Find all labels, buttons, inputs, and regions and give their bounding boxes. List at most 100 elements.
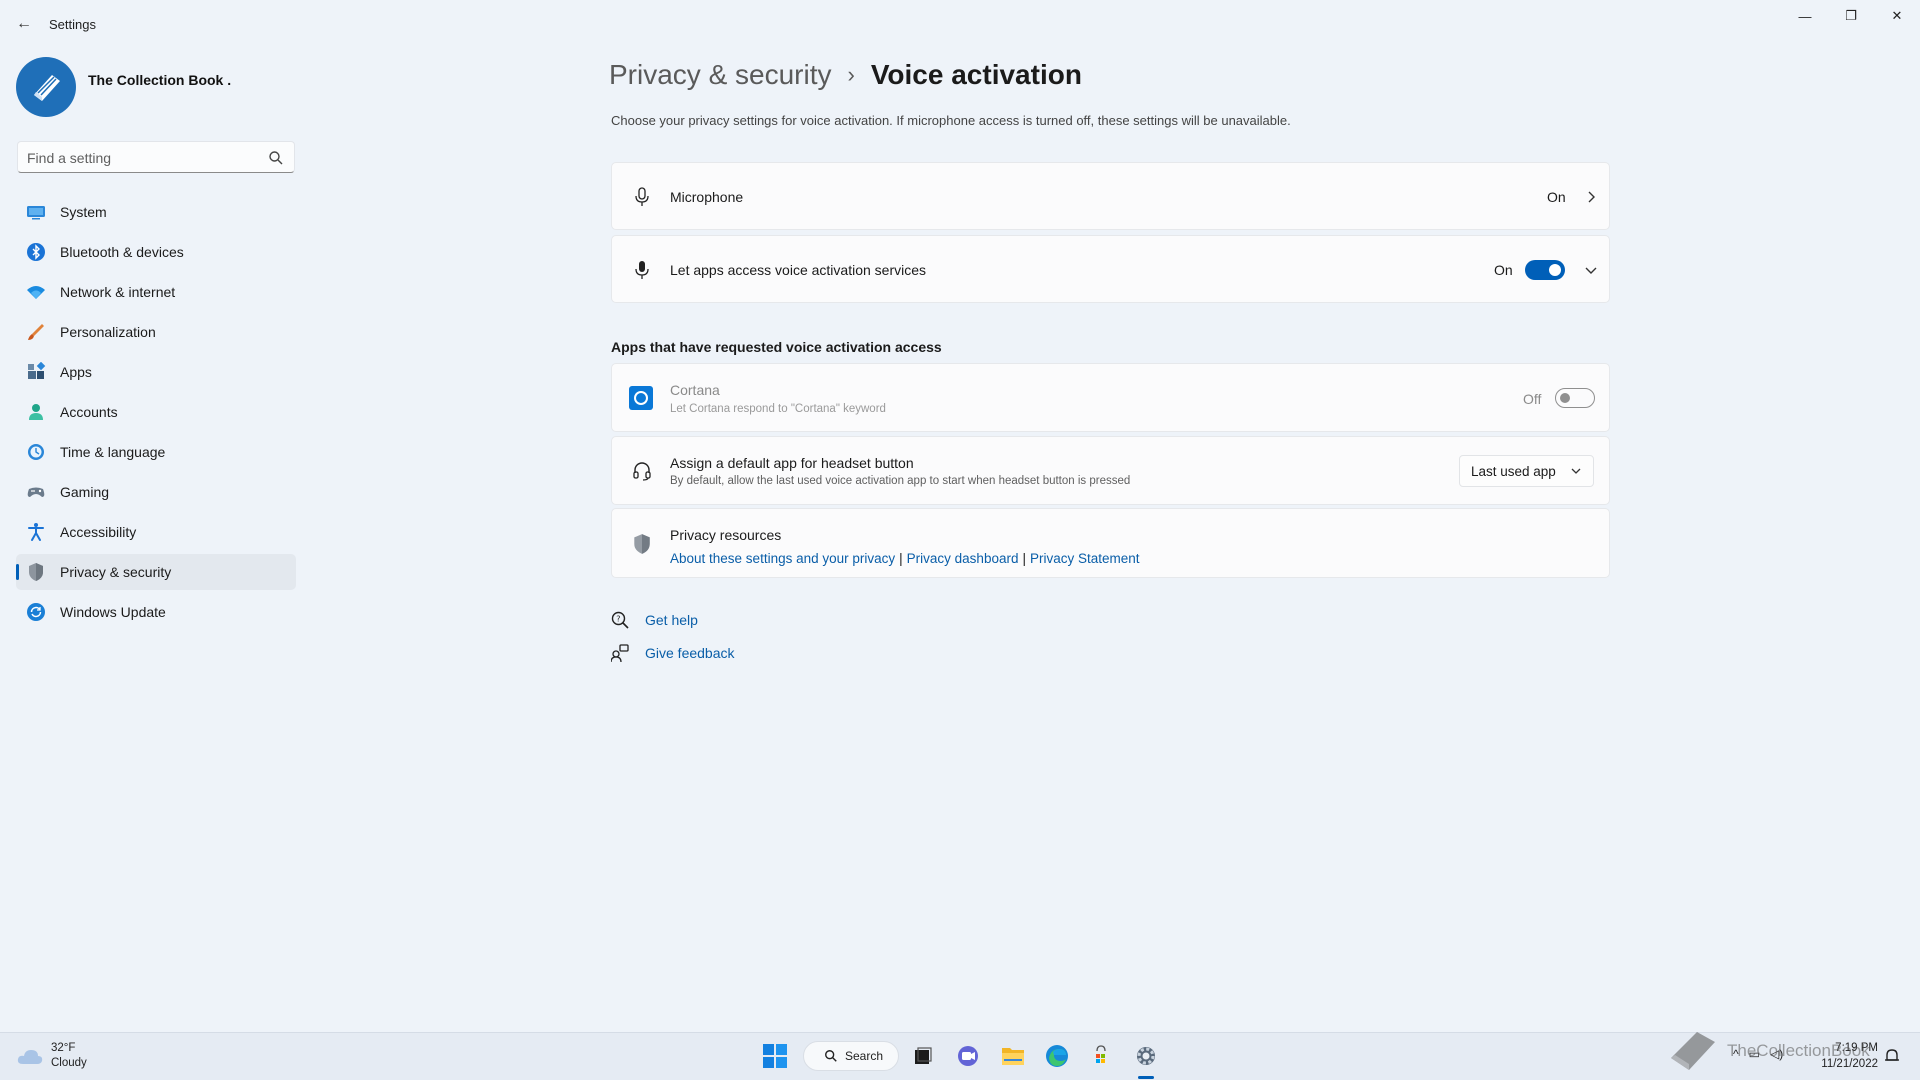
feedback-icon: [611, 644, 629, 662]
privacy-statement-link[interactable]: Privacy Statement: [1030, 551, 1140, 566]
title-bar: ← Settings — ❐ ✕: [0, 0, 1920, 48]
chat-icon[interactable]: [954, 1042, 982, 1070]
sidebar-item-accounts[interactable]: Accounts: [16, 394, 296, 430]
shield-icon: [26, 562, 46, 582]
task-view-icon[interactable]: [909, 1042, 937, 1070]
book-watermark-icon: [1671, 1032, 1715, 1070]
about-settings-link[interactable]: About these settings and your privacy: [670, 551, 895, 566]
accessibility-icon: [26, 522, 46, 542]
cortana-toggle[interactable]: [1555, 388, 1595, 408]
microphone-card[interactable]: Microphone On: [611, 162, 1610, 230]
headset-title: Assign a default app for headset button: [670, 455, 914, 471]
back-button[interactable]: ←: [12, 12, 36, 36]
taskbar-search-label: Search: [845, 1049, 884, 1063]
system-icon: [26, 202, 46, 222]
link-separator: |: [1022, 551, 1026, 566]
page-title: Voice activation: [870, 59, 1082, 90]
avatar[interactable]: [16, 57, 76, 117]
cortana-card: Cortana Let Cortana respond to "Cortana"…: [611, 363, 1610, 432]
settings-gear-icon[interactable]: [1132, 1042, 1160, 1070]
sidebar-item-gaming[interactable]: Gaming: [16, 474, 296, 510]
voice-mic-icon: [630, 258, 654, 282]
weather-widget[interactable]: 32°F Cloudy: [17, 1041, 87, 1071]
privacy-links: About these settings and your privacy | Pr…: [670, 551, 1140, 566]
give-feedback-link[interactable]: Give feedback: [611, 644, 735, 662]
maximize-button[interactable]: ❐: [1828, 0, 1874, 32]
chevron-right-icon[interactable]: [1585, 191, 1597, 203]
privacy-resources-title: Privacy resources: [670, 527, 782, 543]
weather-temp: 32°F: [51, 1042, 76, 1054]
microphone-title: Microphone: [670, 189, 744, 205]
sidebar-item-label: Apps: [60, 364, 92, 380]
voice-access-state: On: [1494, 262, 1513, 278]
watermark-text: TheCollectionBook: [1727, 1041, 1870, 1060]
file-explorer-icon[interactable]: [999, 1042, 1027, 1070]
sidebar-item-bluetooth[interactable]: Bluetooth & devices: [16, 234, 296, 270]
taskbar: 32°F Cloudy Search ^ ▭ ◁) 7:19 PM 11/21/…: [0, 1032, 1920, 1080]
breadcrumb-parent[interactable]: Privacy & security: [609, 59, 832, 91]
sidebar-item-privacy-security[interactable]: Privacy & security: [16, 554, 296, 590]
sidebar-item-label: Bluetooth & devices: [60, 244, 184, 260]
weather-desc: Cloudy: [51, 1057, 87, 1069]
svg-text:?: ?: [616, 615, 620, 624]
microphone-state: On: [1547, 189, 1566, 205]
app-title: Settings: [49, 17, 96, 32]
sidebar-item-label: Gaming: [60, 484, 110, 500]
notification-bell-icon[interactable]: [1884, 1048, 1900, 1064]
active-app-indicator: [1138, 1076, 1154, 1079]
apps-section-heading: Apps that have requested voice activatio…: [611, 339, 942, 355]
gamepad-icon: [26, 482, 46, 502]
get-help-link[interactable]: ? Get help: [611, 611, 698, 629]
cloud-icon: [17, 1050, 43, 1064]
windows-start-icon[interactable]: [762, 1043, 788, 1069]
sidebar-item-windows-update[interactable]: Windows Update: [16, 594, 296, 630]
search-box[interactable]: [17, 141, 295, 173]
sidebar-item-personalization[interactable]: Personalization: [16, 314, 296, 350]
taskbar-search-button[interactable]: Search: [803, 1041, 899, 1071]
voice-access-toggle[interactable]: [1525, 260, 1565, 280]
headset-subtitle: By default, allow the last used voice ac…: [670, 475, 1131, 487]
time-language-icon: [26, 442, 46, 462]
apps-icon: [26, 362, 46, 382]
cortana-title: Cortana: [670, 382, 720, 398]
microsoft-store-icon[interactable]: [1087, 1042, 1115, 1070]
cortana-subtitle: Let Cortana respond to "Cortana" keyword: [670, 403, 886, 415]
headset-app-dropdown[interactable]: Last used app: [1459, 455, 1594, 487]
sidebar-item-network[interactable]: Network & internet: [16, 274, 296, 310]
chevron-down-icon: [1571, 468, 1581, 474]
chevron-down-icon[interactable]: [1585, 264, 1597, 276]
privacy-dashboard-link[interactable]: Privacy dashboard: [907, 551, 1019, 566]
page-description: Choose your privacy settings for voice a…: [611, 113, 1291, 128]
sidebar-item-label: Personalization: [60, 324, 156, 340]
update-icon: [26, 602, 46, 622]
search-icon[interactable]: [268, 150, 284, 166]
dropdown-selected-value: Last used app: [1471, 464, 1556, 479]
minimize-button[interactable]: —: [1782, 0, 1828, 32]
search-icon: [825, 1050, 837, 1062]
sidebar-item-label: Windows Update: [60, 604, 166, 620]
sidebar-item-accessibility[interactable]: Accessibility: [16, 514, 296, 550]
sidebar-item-time-language[interactable]: Time & language: [16, 434, 296, 470]
link-separator: |: [899, 551, 903, 566]
sidebar-item-apps[interactable]: Apps: [16, 354, 296, 390]
watermark: TheCollectionBook: [1667, 1028, 1870, 1074]
sidebar-item-label: Network & internet: [60, 284, 176, 300]
shield-icon: [630, 532, 654, 556]
microphone-icon: [630, 185, 654, 209]
sidebar-item-label: System: [60, 204, 107, 220]
edge-browser-icon[interactable]: [1043, 1042, 1071, 1070]
sidebar-item-label: Privacy & security: [60, 564, 172, 580]
cortana-state: Off: [1523, 391, 1542, 407]
close-button[interactable]: ✕: [1874, 0, 1920, 32]
voice-access-card: Let apps access voice activation service…: [611, 235, 1610, 303]
sidebar-item-label: Time & language: [60, 444, 166, 460]
book-logo-icon: [34, 75, 60, 101]
headset-card: Assign a default app for headset button …: [611, 436, 1610, 505]
account-icon: [26, 402, 46, 422]
search-input[interactable]: [27, 148, 257, 168]
sidebar-item-system[interactable]: System: [16, 194, 296, 230]
help-icon: ?: [611, 611, 629, 629]
sidebar-item-label: Accessibility: [60, 524, 137, 540]
headset-icon: [630, 459, 654, 483]
brush-icon: [26, 322, 46, 342]
